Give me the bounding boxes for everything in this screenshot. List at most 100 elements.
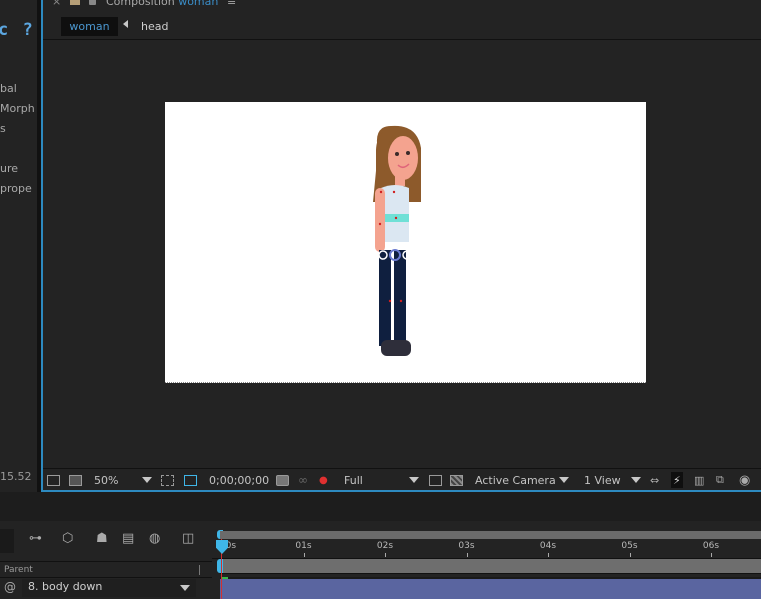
time-graph[interactable]: 00s 01s 02s 03s 04s 05s 06s (212, 521, 761, 599)
camera-value: Active Camera (475, 473, 556, 487)
ruler-tick-label: 06s (702, 541, 720, 551)
panel-list-item[interactable]: prope (0, 182, 32, 195)
layer-duration-bar[interactable] (220, 577, 761, 599)
rgb-channel-icon: ● (319, 474, 328, 486)
zoom-dropdown-arrow[interactable] (142, 472, 152, 488)
flowchart-button[interactable]: ⧉ (716, 472, 724, 488)
panel-list-item[interactable]: ure (0, 162, 18, 175)
resolution-dropdown[interactable]: Full (344, 472, 363, 488)
composition-panel: × Composition woman ≡ woman head 50% 0;0… (41, 0, 761, 492)
in-point-handle[interactable] (217, 559, 223, 573)
character-illustration[interactable] (165, 102, 646, 383)
breadcrumb-item-head[interactable]: head (141, 17, 168, 36)
layer-search-input[interactable] (0, 529, 14, 553)
snapshot-button[interactable] (276, 472, 289, 488)
composition-canvas[interactable] (165, 102, 646, 383)
shirt-shape (381, 185, 409, 242)
ruler-tick (303, 553, 305, 557)
ruler-tick-label: 04s (539, 541, 557, 551)
column-divider[interactable] (199, 565, 200, 575)
channel-button[interactable]: ● (319, 472, 328, 488)
tab-title-prefix: Composition (106, 0, 175, 8)
chevron-down-icon (409, 477, 419, 483)
composition-mini-flowchart-icon[interactable]: ⊶ (29, 531, 47, 549)
parent-dropdown[interactable]: 8. body down (22, 579, 196, 597)
composition-viewer[interactable] (43, 41, 761, 468)
ruler-tick-label: 05s (621, 541, 638, 551)
view-layout-dropdown-arrow[interactable] (631, 472, 641, 488)
expand-horizontal-icon: ⇔ (650, 473, 660, 487)
flowchart-icon: ⧉ (716, 473, 724, 486)
transparency-grid-toggle[interactable] (450, 472, 463, 488)
lightning-icon: ⚡ (673, 473, 681, 487)
breadcrumb: woman head (43, 14, 761, 40)
work-area-bar[interactable] (220, 531, 761, 539)
motion-blur-icon[interactable]: ◍ (149, 531, 167, 549)
monitor-button[interactable] (69, 472, 82, 488)
parent-header-label: Parent (4, 565, 33, 575)
zoom-dropdown[interactable]: 50% (94, 472, 118, 488)
pin-dot (388, 299, 392, 303)
chevron-down-icon (142, 477, 152, 483)
timeline-button[interactable]: ▥ (694, 472, 704, 488)
layer-row[interactable]: @ 8. body down (0, 578, 212, 599)
chevron-down-icon (631, 477, 641, 483)
lock-icon[interactable] (89, 0, 96, 5)
aperture-icon: ◉ (739, 472, 751, 488)
panel-list-item[interactable]: Morph (0, 102, 35, 115)
view-layout-dropdown[interactable]: 1 View (584, 472, 621, 488)
timeline-panel: ⊶ ⬡ ☗ ▤ ◍ ◫ Parent @ 8. body down 00s 01s… (0, 521, 761, 599)
camera-dropdown-arrow[interactable] (559, 472, 569, 488)
always-preview-button[interactable] (47, 472, 60, 488)
mask-path-icon (184, 474, 197, 486)
frame-blending-icon[interactable]: ▤ (122, 531, 140, 549)
breadcrumb-item-woman[interactable]: woman (61, 17, 118, 36)
ruler-tick (385, 553, 386, 557)
pin-dot (379, 190, 383, 194)
composition-duration-bar (220, 559, 761, 574)
arm-shape (375, 188, 385, 252)
fast-previews-button[interactable] (429, 472, 442, 488)
shy-layers-icon[interactable]: ☗ (96, 531, 114, 549)
ruler-tick-label: 01s (295, 541, 312, 551)
breadcrumb-arrow-icon (123, 20, 128, 28)
time-ruler[interactable]: 00s 01s 02s 03s 04s 05s 06s (212, 539, 761, 559)
camera-icon (276, 474, 289, 486)
chevron-down-icon (559, 477, 569, 483)
parent-column-header[interactable]: Parent (0, 561, 212, 578)
draft-3d-icon[interactable]: ⬡ (62, 531, 80, 549)
layer-start-marker (222, 577, 228, 579)
neck-shape (395, 176, 405, 186)
timecode: 0;00;00;00 (209, 473, 270, 487)
graph-editor-icon[interactable]: ◫ (182, 531, 200, 549)
region-frame-icon (429, 474, 442, 486)
resolution-value: Full (344, 473, 363, 487)
exposure-button[interactable]: ◉ (739, 472, 750, 488)
close-icon[interactable]: × (52, 0, 61, 8)
current-time-display[interactable]: 0;00;00;00 (209, 472, 269, 488)
toggle-pixel-aspect-button[interactable]: ⇔ (650, 472, 659, 488)
panel-list-item[interactable]: s (0, 122, 6, 135)
timeline-icon: ▥ (694, 473, 705, 487)
pick-whip-icon[interactable]: @ (4, 580, 16, 594)
pin-dot (392, 190, 396, 194)
face-shape (388, 136, 418, 180)
panel-list-item[interactable]: bal (0, 82, 17, 95)
region-icon (161, 474, 174, 486)
camera-dropdown[interactable]: Active Camera (475, 472, 556, 488)
pin-dot (394, 216, 398, 220)
resolution-dropdown-arrow[interactable] (409, 472, 419, 488)
panel-tab[interactable]: × Composition woman ≡ (43, 0, 761, 10)
ruler-tick-label: 03s (458, 541, 475, 551)
help-glyphs[interactable]: c ? (0, 20, 35, 40)
transparency-grid-button[interactable] (184, 472, 197, 488)
region-of-interest-button[interactable] (161, 472, 174, 488)
panel-menu-icon[interactable]: ≡ (227, 0, 236, 8)
pin-dot (378, 222, 382, 226)
fast-preview-button[interactable]: ⚡ (671, 472, 683, 488)
shoe-shape (381, 340, 411, 356)
layer-controls: ⊶ ⬡ ☗ ▤ ◍ ◫ Parent @ 8. body down (0, 521, 212, 599)
leg-shape (394, 250, 406, 346)
show-snapshot-button[interactable]: ∞ (298, 472, 308, 488)
ruler-tick (629, 553, 631, 557)
